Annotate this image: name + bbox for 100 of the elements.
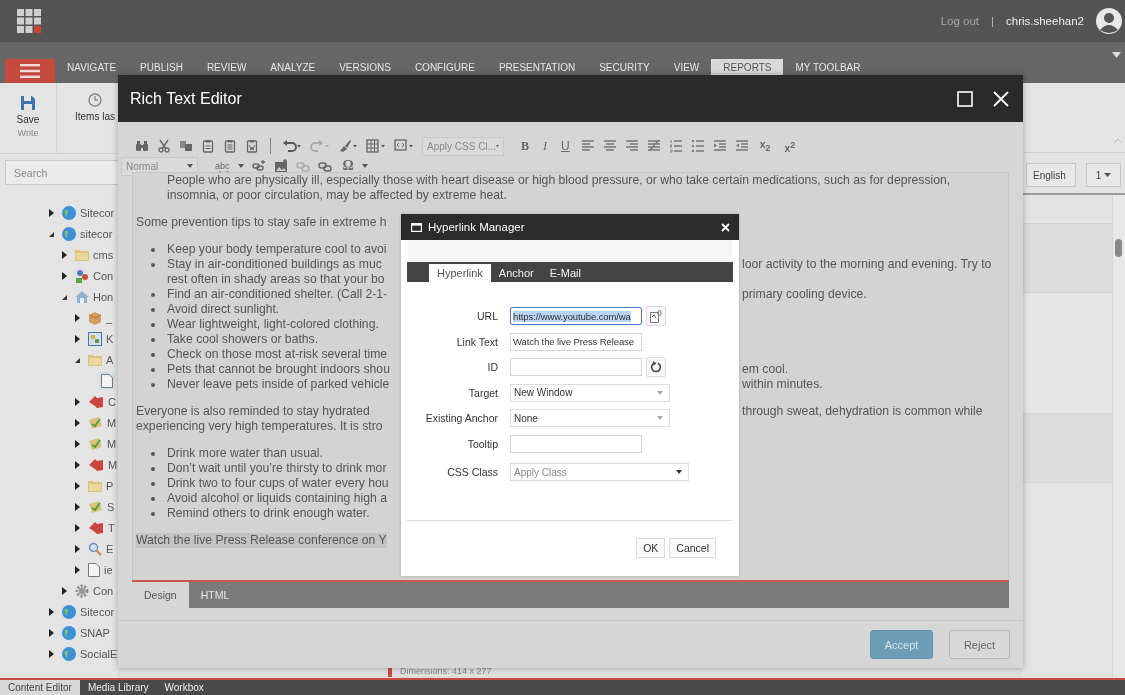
expander-icon[interactable] <box>74 313 81 322</box>
selected-item-highlight[interactable] <box>99 371 115 390</box>
logout-link[interactable]: Log out <box>940 15 979 27</box>
expander-icon[interactable] <box>74 460 81 469</box>
cancel-button[interactable]: Cancel <box>669 538 716 558</box>
expander-icon[interactable] <box>74 334 81 343</box>
brush-icon[interactable] <box>338 139 358 153</box>
expander-icon[interactable] <box>74 565 81 574</box>
text-field[interactable]: https://www.youtube.com/wa <box>510 307 642 325</box>
clock-icon[interactable] <box>88 93 102 107</box>
tree-item-label[interactable]: M <box>107 437 117 450</box>
tree-item-label[interactable]: C <box>108 395 116 408</box>
text-field[interactable] <box>510 434 642 453</box>
save-label[interactable]: Save <box>16 114 40 125</box>
tree-item-label[interactable]: _ <box>106 311 113 324</box>
editor-mode-tab[interactable]: Design <box>132 582 189 608</box>
expander-icon[interactable] <box>48 208 55 217</box>
caret-icon[interactable] <box>1112 52 1121 58</box>
app-grid-logo[interactable] <box>17 9 41 33</box>
tree-item-label[interactable]: Sitecor <box>80 206 115 219</box>
align-right-icon[interactable] <box>624 139 639 153</box>
expander-icon[interactable] <box>61 586 68 595</box>
editor-mode-tab[interactable]: HTML <box>188 582 242 608</box>
clipboard-icon[interactable] <box>223 139 237 153</box>
add-link-icon[interactable] <box>251 159 266 173</box>
indent-icon[interactable] <box>712 139 727 153</box>
italic-button[interactable]: I <box>540 139 550 153</box>
scissors-icon[interactable] <box>157 139 171 153</box>
tree-item-label[interactable]: M <box>107 416 117 429</box>
close-icon[interactable] <box>721 222 730 232</box>
caret-icon[interactable] <box>361 164 368 168</box>
undo-icon[interactable] <box>282 139 302 153</box>
clipboard-icon[interactable] <box>201 139 215 153</box>
bottom-tab[interactable]: Media Library <box>79 680 157 695</box>
expander-icon[interactable] <box>48 649 55 658</box>
expander-icon[interactable] <box>48 628 55 637</box>
tree-item-label[interactable]: SocialE <box>80 647 118 660</box>
symbol-button[interactable]: Ω <box>339 159 357 173</box>
image-icon[interactable] <box>273 159 288 173</box>
browse-button[interactable] <box>646 306 666 326</box>
items-label[interactable]: Items las <box>75 111 115 122</box>
tree-item-label[interactable]: Hon <box>93 290 114 303</box>
text-field[interactable] <box>510 358 642 376</box>
dialog-tab[interactable]: E-Mail <box>541 264 589 282</box>
tree-item-label[interactable]: E <box>106 542 114 555</box>
scrollbar-thumb[interactable] <box>1115 239 1122 257</box>
dropdown[interactable]: Apply Class <box>510 463 689 481</box>
menu-button[interactable] <box>5 59 55 83</box>
binoculars-icon[interactable] <box>135 139 149 153</box>
scrollbar[interactable] <box>1112 195 1125 678</box>
table-icon[interactable] <box>366 139 386 153</box>
underline-button[interactable]: U <box>558 139 573 153</box>
expander-icon[interactable] <box>48 607 55 616</box>
clipboard-icon[interactable] <box>245 139 259 153</box>
expander-icon[interactable] <box>61 250 68 259</box>
expander-icon[interactable] <box>74 523 81 532</box>
maximize-icon[interactable] <box>957 90 973 107</box>
embed-icon[interactable] <box>394 139 414 153</box>
expander-icon[interactable] <box>74 481 81 490</box>
language-dropdown[interactable]: English <box>1026 163 1076 187</box>
spellcheck-button[interactable]: abc <box>212 159 233 173</box>
avatar-icon[interactable] <box>1096 8 1122 34</box>
bottom-tab[interactable]: Content Editor <box>0 680 80 695</box>
superscript-button[interactable]: x$^{2}$ <box>781 137 799 155</box>
tree-item-label[interactable]: T <box>108 521 115 534</box>
tree-item-label[interactable]: ie <box>104 563 113 576</box>
numbered-list-icon[interactable] <box>668 139 683 153</box>
align-center-icon[interactable] <box>602 139 617 153</box>
justify-icon[interactable] <box>646 139 661 153</box>
expander-icon[interactable] <box>74 502 81 511</box>
close-icon[interactable] <box>993 90 1009 107</box>
tree-item-label[interactable]: S <box>107 500 115 513</box>
tree-item-label[interactable]: K <box>106 332 114 345</box>
expander-icon[interactable] <box>61 271 68 280</box>
expander-icon[interactable] <box>74 544 81 553</box>
outdent-icon[interactable] <box>734 139 749 153</box>
expander-icon[interactable] <box>74 439 81 448</box>
dialog-tab[interactable]: Hyperlink <box>429 264 491 282</box>
refresh-button[interactable] <box>646 357 666 377</box>
ok-button[interactable]: OK <box>636 538 666 558</box>
unlink-icon[interactable] <box>317 159 332 173</box>
tree-item-label[interactable]: cms <box>93 248 114 261</box>
bullet-list-icon[interactable] <box>690 139 705 153</box>
text-field[interactable]: Watch the live Press Release <box>510 332 642 351</box>
tree-item-label[interactable]: Con <box>93 269 114 282</box>
dropdown[interactable]: None <box>510 409 670 427</box>
expander-icon[interactable] <box>74 418 81 427</box>
tree-item-label[interactable]: A <box>106 353 114 366</box>
tree-item-label[interactable]: SNAP <box>80 626 110 639</box>
expander-icon[interactable] <box>74 397 81 406</box>
tree-item-label[interactable]: M <box>108 458 118 471</box>
dropdown[interactable]: New Window <box>510 383 670 402</box>
bold-button[interactable]: B <box>518 139 532 153</box>
tree-item-label[interactable]: sitecor <box>80 227 113 240</box>
copy-icon[interactable] <box>179 139 193 153</box>
caret-icon[interactable] <box>237 164 244 168</box>
align-left-icon[interactable] <box>580 139 595 153</box>
dialog-tab[interactable]: Anchor <box>490 264 542 282</box>
reject-button[interactable]: Reject <box>949 630 1010 659</box>
tree-item-label[interactable]: Con <box>93 584 114 597</box>
